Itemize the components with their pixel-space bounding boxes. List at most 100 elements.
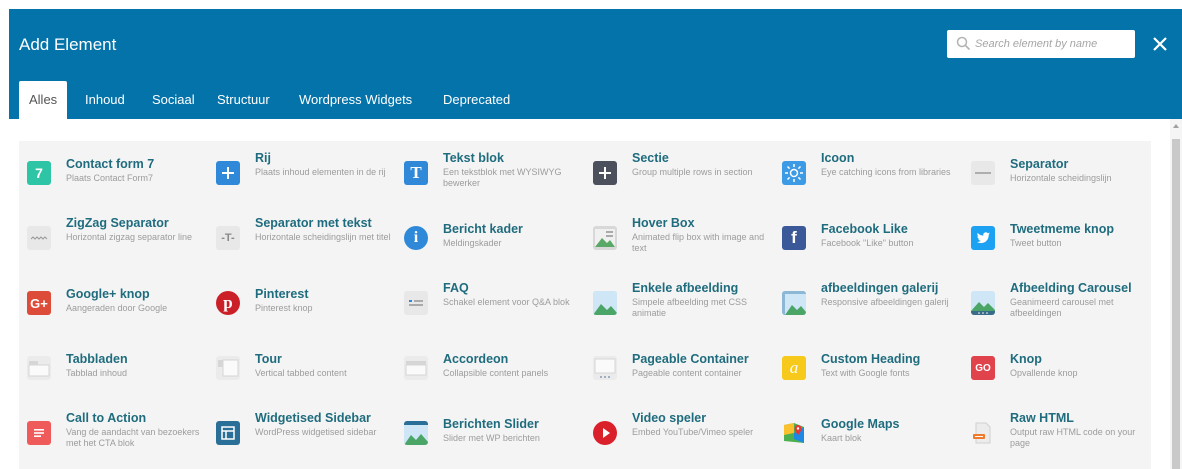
element-tweetmeme-knop[interactable]: Tweetmeme knop Tweet button xyxy=(963,206,1151,271)
element-description: Animated flip box with image and text xyxy=(632,232,765,253)
pageable-icon xyxy=(593,356,617,380)
element-description: Collapsible content panels xyxy=(443,368,549,378)
element-description: Horizontale scheidingslijn met titel xyxy=(255,232,391,242)
maps-icon xyxy=(782,421,806,445)
element-description: Opvallende knop xyxy=(1010,368,1078,378)
element-description: Plaats Contact Form7 xyxy=(66,173,154,183)
text-block-icon: T xyxy=(404,161,428,185)
element-description: Eye catching icons from libraries xyxy=(821,167,951,177)
element-name: Pinterest xyxy=(255,287,309,301)
element-description: Een tekstblok met WYSIWYG bewerker xyxy=(443,167,562,188)
element-description: Schakel element voor Q&A blok xyxy=(443,297,570,307)
tab-sociaal[interactable]: Sociaal xyxy=(152,81,195,119)
element-google-plus-knop[interactable]: G+ Google+ knop Aangeraden door Google xyxy=(19,271,207,336)
element-contact-form-7[interactable]: 7 Contact form 7 Plaats Contact Form7 xyxy=(19,141,207,206)
element-call-to-action[interactable]: Call to Action Vang de aandacht van bezo… xyxy=(19,401,207,466)
row-plus-icon xyxy=(216,161,240,185)
element-name: ZigZag Separator xyxy=(66,216,169,230)
element-description: Simpele afbeelding met CSS animatie xyxy=(632,297,748,318)
element-description: Tweet button xyxy=(1010,238,1062,248)
custom-heading-icon: a xyxy=(782,356,806,380)
tabs-icon xyxy=(27,356,51,380)
element-description: Embed YouTube/Vimeo speler xyxy=(632,427,754,437)
slider-icon xyxy=(404,421,428,445)
element-description: Aangeraden door Google xyxy=(66,303,168,313)
sidebar-icon xyxy=(216,421,240,445)
element-name: Tour xyxy=(255,352,282,366)
element-name: Hover Box xyxy=(632,216,695,230)
element-description: Pinterest knop xyxy=(255,303,313,313)
element-rij[interactable]: Rij Plaats inhoud elementen in de rij xyxy=(208,141,396,206)
scrollbar-thumb[interactable] xyxy=(1172,139,1180,469)
element-name: Separator xyxy=(1010,157,1069,171)
element-grid: 7 Contact form 7 Plaats Contact Form7 Ri… xyxy=(19,141,1151,469)
search-input[interactable] xyxy=(975,34,1125,54)
element-name: afbeeldingen galerij xyxy=(821,281,939,295)
element-name: Afbeelding Carousel xyxy=(1010,281,1132,295)
element-separator-met-tekst[interactable]: -T- Separator met tekst Horizontale sche… xyxy=(208,206,396,271)
element-pinterest[interactable]: p Pinterest Pinterest knop xyxy=(208,271,396,336)
element-google-maps[interactable]: Google Maps Kaart blok xyxy=(774,401,962,466)
separator-text-icon: -T- xyxy=(216,226,240,250)
element-widgetised-sidebar[interactable]: Widgetised Sidebar WordPress widgetised … xyxy=(208,401,396,466)
scroll-up-arrow-icon[interactable] xyxy=(1173,124,1179,128)
element-tour[interactable]: Tour Vertical tabbed content xyxy=(208,336,396,401)
element-description: Tabblad inhoud xyxy=(66,368,128,378)
element-name: Google+ knop xyxy=(66,287,150,301)
element-faq[interactable]: FAQ Schakel element voor Q&A blok xyxy=(396,271,584,336)
element-afbeeldingen-galerij[interactable]: afbeeldingen galerij Responsive afbeeldi… xyxy=(774,271,962,336)
separator-icon xyxy=(971,161,995,185)
element-separator[interactable]: Separator Horizontale scheidingslijn xyxy=(963,141,1151,206)
info-icon: i xyxy=(404,226,428,250)
tab-structuur[interactable]: Structuur xyxy=(217,81,270,119)
element-video-speler[interactable]: Video speler Embed YouTube/Vimeo speler xyxy=(585,401,773,466)
element-description: WordPress widgetised sidebar xyxy=(255,427,377,437)
element-tekst-blok[interactable]: T Tekst blok Een tekstblok met WYSIWYG b… xyxy=(396,141,584,206)
element-name: Contact form 7 xyxy=(66,157,155,171)
element-raw-html[interactable]: Raw HTML Output raw HTML code on your pa… xyxy=(963,401,1151,466)
element-zigzag-separator[interactable]: ZigZag Separator Horizontal zigzag separ… xyxy=(19,206,207,271)
element-bericht-kader[interactable]: i Bericht kader Meldingskader xyxy=(396,206,584,271)
element-accordeon[interactable]: Accordeon Collapsible content panels xyxy=(396,336,584,401)
element-description: Horizontale scheidingslijn xyxy=(1010,173,1112,183)
tab-deprecated[interactable]: Deprecated xyxy=(443,81,510,119)
section-plus-icon xyxy=(593,161,617,185)
element-sectie[interactable]: Sectie Group multiple rows in section xyxy=(585,141,773,206)
element-pageable-container[interactable]: Pageable Container Pageable content cont… xyxy=(585,336,773,401)
gallery-icon xyxy=(782,291,806,315)
element-name: Separator met tekst xyxy=(255,216,372,230)
sun-icon xyxy=(782,161,806,185)
close-icon[interactable] xyxy=(1147,31,1173,57)
search-box[interactable] xyxy=(947,30,1135,58)
element-description: Kaart blok xyxy=(821,433,862,443)
element-custom-heading[interactable]: a Custom Heading Text with Google fonts xyxy=(774,336,962,401)
element-description: Vertical tabbed content xyxy=(255,368,347,378)
tab-inhoud[interactable]: Inhoud xyxy=(85,81,125,119)
scrollbar[interactable] xyxy=(1170,119,1182,469)
element-description: Pageable content container xyxy=(632,368,742,378)
hover-box-icon xyxy=(593,226,617,250)
element-hover-box[interactable]: Hover Box Animated flip box with image a… xyxy=(585,206,773,271)
accordion-icon xyxy=(404,356,428,380)
element-name: Tekst blok xyxy=(443,151,504,165)
element-afbeelding-carousel[interactable]: Afbeelding Carousel Geanimeerd carousel … xyxy=(963,271,1151,336)
element-name: Tweetmeme knop xyxy=(1010,222,1114,236)
element-name: Widgetised Sidebar xyxy=(255,411,371,425)
tab-alles[interactable]: Alles xyxy=(19,81,68,119)
tab-wordpress-widgets[interactable]: Wordpress Widgets xyxy=(299,81,412,119)
zigzag-icon xyxy=(27,226,51,250)
element-description: Plaats inhoud elementen in de rij xyxy=(255,167,386,177)
element-enkele-afbeelding[interactable]: Enkele afbeelding Simpele afbeelding met… xyxy=(585,271,773,336)
element-berichten-slider[interactable]: Berichten Slider Slider met WP berichten xyxy=(396,401,584,466)
modal-header: Add Element Alles Inhoud Sociaal Structu… xyxy=(9,9,1182,119)
element-icoon[interactable]: Icoon Eye catching icons from libraries xyxy=(774,141,962,206)
element-name: Google Maps xyxy=(821,417,900,431)
element-name: Raw HTML xyxy=(1010,411,1074,425)
element-description: Group multiple rows in section xyxy=(632,167,753,177)
facebook-icon: f xyxy=(782,226,806,250)
element-name: Sectie xyxy=(632,151,669,165)
element-name: Tabbladen xyxy=(66,352,128,366)
element-tabbladen[interactable]: Tabbladen Tabblad inhoud xyxy=(19,336,207,401)
element-facebook-like[interactable]: f Facebook Like Facebook "Like" button xyxy=(774,206,962,271)
element-knop[interactable]: GO Knop Opvallende knop xyxy=(963,336,1151,401)
